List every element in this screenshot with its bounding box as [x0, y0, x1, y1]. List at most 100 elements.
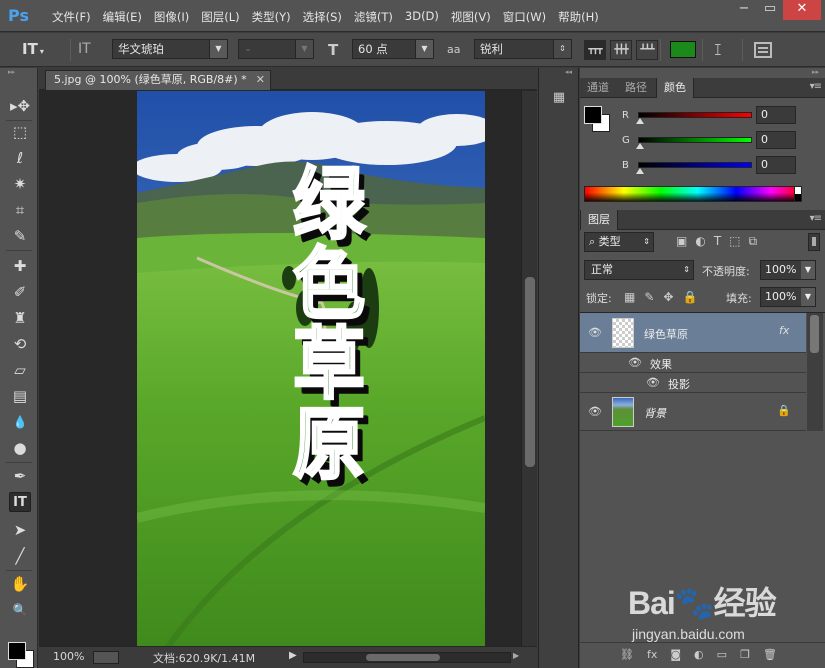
layer-filter-select[interactable]: ⌕ 类型 ⇕	[584, 232, 654, 252]
panel-grip[interactable]: ▸▸	[812, 68, 819, 76]
restore-button[interactable]: ▭	[757, 0, 783, 20]
canvas-area[interactable]: 绿 色 草 原	[39, 91, 521, 646]
tab-layers[interactable]: 图层	[580, 210, 618, 230]
panel-grip[interactable]: ▸▸	[0, 68, 37, 78]
close-tab-icon[interactable]: ✕	[256, 71, 265, 89]
menu-filter[interactable]: 滤镜(T)	[348, 9, 399, 25]
scroll-right-icon[interactable]: ▶	[513, 651, 519, 660]
pen-tool-icon[interactable]: ✒	[9, 466, 31, 486]
eye-icon[interactable]: 👁	[628, 356, 642, 369]
eyedropper-tool-icon[interactable]: ✎	[9, 226, 31, 246]
history-panel-icon[interactable]: ▦	[550, 90, 568, 108]
hand-tool-icon[interactable]: ✋	[9, 574, 31, 594]
vertical-type-tool-preset[interactable]: IT ▾	[22, 40, 44, 58]
lasso-tool-icon[interactable]: ℓ	[9, 148, 31, 168]
antialias-select[interactable]: 锐利 ⇕	[474, 39, 572, 59]
layer-effects-row[interactable]: 👁 效果	[580, 354, 806, 373]
blur-tool-icon[interactable]: 💧	[9, 412, 31, 432]
blend-mode-select[interactable]: 正常 ⇕	[584, 260, 694, 280]
eye-icon[interactable]: 👁	[646, 376, 660, 389]
tab-color[interactable]: 颜色	[656, 78, 694, 98]
blue-gradient[interactable]	[638, 162, 752, 168]
fill-field[interactable]: 100% ▼	[760, 287, 816, 307]
menu-image[interactable]: 图像(I)	[148, 9, 195, 25]
font-size-select[interactable]: 60 点 ▼	[352, 39, 434, 59]
layer-row-text[interactable]: 👁 绿色草原 fx	[580, 313, 806, 353]
black-white-swatch[interactable]	[794, 186, 802, 202]
menu-help[interactable]: 帮助(H)	[552, 9, 605, 25]
menu-3d[interactable]: 3D(D)	[399, 9, 445, 25]
horizontal-scrollbar[interactable]	[303, 652, 511, 663]
red-slider[interactable]: R 0	[622, 106, 822, 130]
eye-icon[interactable]: 👁	[588, 405, 602, 418]
panel-grip[interactable]: ◂◂	[539, 68, 578, 78]
lock-transparent-pixels-icon[interactable]: ▦	[624, 290, 635, 304]
red-value-field[interactable]: 0	[756, 106, 796, 124]
gradient-tool-icon[interactable]: ▤	[9, 386, 31, 406]
lock-position-icon[interactable]: ✥	[663, 290, 673, 304]
document-tab[interactable]: 5.jpg @ 100% (绿色草原, RGB/8#) * ✕	[45, 70, 271, 90]
menu-view[interactable]: 视图(V)	[445, 9, 497, 25]
text-color-swatch[interactable]	[670, 41, 696, 58]
align-center-icon[interactable]: ╋╋╋	[610, 40, 632, 60]
shape-layer-filter-icon[interactable]: ⬚	[729, 234, 740, 249]
blue-slider[interactable]: B 0	[622, 156, 822, 180]
minimize-button[interactable]: −	[731, 0, 757, 20]
zoom-tool-icon[interactable]: 🔍	[9, 600, 31, 620]
menu-layer[interactable]: 图层(L)	[195, 9, 245, 25]
layer-name[interactable]: 绿色草原	[644, 326, 688, 342]
scrollbar-thumb[interactable]	[366, 654, 440, 661]
navigator-thumbnail-icon[interactable]	[93, 651, 119, 664]
pixel-layer-filter-icon[interactable]: ▣	[676, 234, 687, 249]
filter-toggle-switch[interactable]	[808, 233, 820, 251]
history-brush-tool-icon[interactable]: ⟲	[9, 334, 31, 354]
marquee-tool-icon[interactable]: ⬚	[9, 122, 31, 142]
tab-paths[interactable]: 路径	[618, 78, 654, 98]
status-menu-arrow-icon[interactable]: ▶	[289, 650, 297, 661]
foreground-color-swatch[interactable]	[8, 642, 26, 660]
type-layer-filter-icon[interactable]: T	[714, 234, 721, 249]
slider-handle-icon[interactable]	[636, 118, 644, 124]
scrollbar-thumb[interactable]	[525, 277, 535, 467]
brush-tool-icon[interactable]: ✐	[9, 282, 31, 302]
scrollbar-thumb[interactable]	[810, 315, 819, 353]
color-spectrum[interactable]	[584, 186, 802, 202]
menu-edit[interactable]: 编辑(E)	[97, 9, 148, 25]
lock-image-pixels-icon[interactable]: ✎	[644, 290, 654, 304]
font-style-select[interactable]: - ▼	[238, 39, 314, 59]
move-tool-icon[interactable]: ▸✥	[9, 96, 31, 116]
green-slider[interactable]: G 0	[622, 131, 822, 155]
menu-window[interactable]: 窗口(W)	[497, 9, 552, 25]
layer-row-background[interactable]: 👁 背景 🔒	[580, 394, 806, 431]
magic-wand-tool-icon[interactable]: ✷	[9, 174, 31, 194]
type-tool-icon[interactable]: IT	[9, 492, 31, 512]
adjustment-layer-filter-icon[interactable]: ◐	[695, 234, 705, 249]
healing-brush-tool-icon[interactable]: ✚	[9, 256, 31, 276]
lock-all-icon[interactable]: 🔒	[682, 290, 697, 304]
toggle-text-orientation-icon[interactable]: IT	[78, 41, 91, 57]
panel-menu-icon[interactable]: ▾≡	[810, 81, 822, 92]
menu-select[interactable]: 选择(S)	[297, 9, 348, 25]
layer-name[interactable]: 背景	[644, 405, 666, 421]
foreground-color-swatch[interactable]	[584, 106, 602, 124]
menu-file[interactable]: 文件(F)	[46, 9, 97, 25]
layers-scrollbar[interactable]	[807, 313, 823, 431]
line-tool-icon[interactable]: ╱	[9, 546, 31, 566]
green-gradient[interactable]	[638, 137, 752, 143]
red-gradient[interactable]	[638, 112, 752, 118]
blue-value-field[interactable]: 0	[756, 156, 796, 174]
slider-handle-icon[interactable]	[636, 168, 644, 174]
fx-icon[interactable]: fx	[779, 324, 789, 337]
font-family-select[interactable]: 华文琥珀 ▼	[112, 39, 228, 59]
vertical-text-layer[interactable]: 绿 色 草 原	[284, 164, 376, 487]
panel-menu-icon[interactable]: ▾≡	[810, 213, 822, 224]
warp-text-icon[interactable]: ꕯ	[714, 41, 722, 59]
green-value-field[interactable]: 0	[756, 131, 796, 149]
align-top-icon[interactable]: ┳┳┳	[584, 40, 606, 60]
foreground-background-colors[interactable]	[6, 640, 36, 668]
close-button[interactable]: ✕	[783, 0, 821, 20]
character-panel-icon[interactable]	[754, 42, 772, 58]
zoom-level[interactable]: 100%	[53, 650, 84, 663]
crop-tool-icon[interactable]: ⌗	[9, 200, 31, 220]
eraser-tool-icon[interactable]: ▱	[9, 360, 31, 380]
